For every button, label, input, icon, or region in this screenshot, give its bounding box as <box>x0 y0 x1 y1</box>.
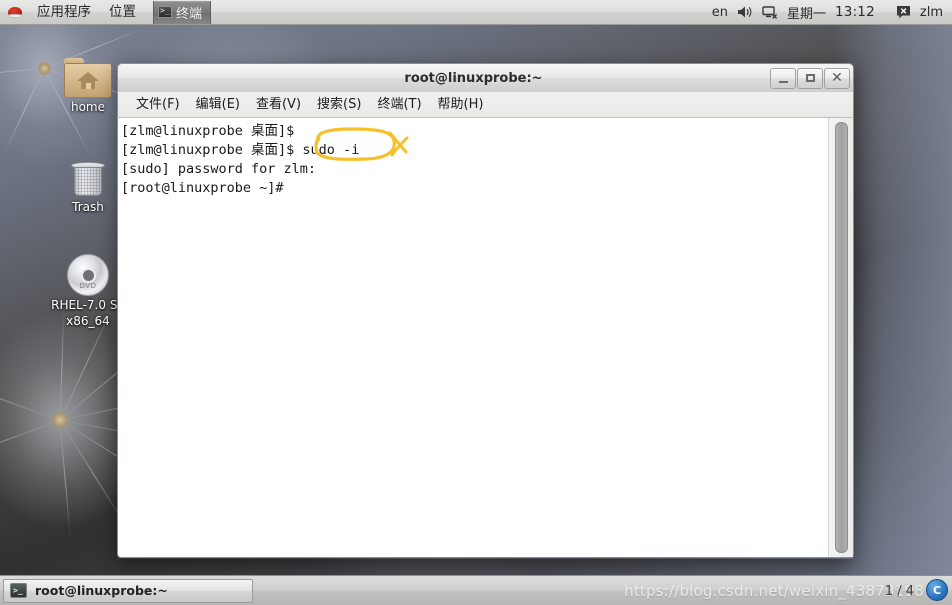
menu-view[interactable]: 查看(V) <box>248 93 309 117</box>
redhat-logo-icon[interactable] <box>7 5 23 19</box>
menu-search[interactable]: 搜索(S) <box>309 93 369 117</box>
terminal-window: root@linuxprobe:~ ✕ 文件(F) 编辑(E) 查看(V) 搜索… <box>117 63 854 559</box>
minimize-icon[interactable] <box>770 67 796 89</box>
terminal-body[interactable]: [zlm@linuxprobe 桌面]$ [zlm@linuxprobe 桌面]… <box>117 118 854 558</box>
top-panel: 应用程序 位置 终端 en <box>0 0 952 25</box>
terminal-menubar: 文件(F) 编辑(E) 查看(V) 搜索(S) 终端(T) 帮助(H) <box>117 92 854 118</box>
desktop-screen: 应用程序 位置 终端 en <box>0 0 952 605</box>
close-icon[interactable]: ✕ <box>824 67 850 89</box>
panel-tray: en 星期一 13:12 zlm <box>712 3 952 22</box>
menu-terminal[interactable]: 终端(T) <box>369 93 429 117</box>
terminal-output[interactable]: [zlm@linuxprobe 桌面]$ [zlm@linuxprobe 桌面]… <box>118 118 828 557</box>
terminal-icon <box>10 583 27 598</box>
panel-day-label[interactable]: 星期一 <box>787 3 826 22</box>
volume-icon[interactable] <box>737 5 753 19</box>
watermark-text: https://blog.csdn.net/weixin_43873198 <box>624 582 924 600</box>
maximize-icon[interactable] <box>797 67 823 89</box>
keyboard-layout-indicator[interactable]: en <box>712 5 728 20</box>
window-controls: ✕ <box>769 67 853 89</box>
terminal-titlebar[interactable]: root@linuxprobe:~ ✕ <box>117 63 854 92</box>
taskbar-item-label: root@linuxprobe:~ <box>35 583 168 598</box>
menu-file[interactable]: 文件(F) <box>128 93 188 117</box>
terminal-icon <box>158 5 172 18</box>
panel-user-name[interactable]: zlm <box>920 5 943 20</box>
user-message-icon[interactable] <box>896 5 911 19</box>
menu-places[interactable]: 位置 <box>100 0 145 24</box>
pager-indicator: 1 / 4 <box>884 584 914 599</box>
terminal-title: root@linuxprobe:~ <box>404 70 543 86</box>
menu-edit[interactable]: 编辑(E) <box>188 93 248 117</box>
terminal-scrollbar[interactable] <box>828 118 853 557</box>
taskbar-item-terminal[interactable]: root@linuxprobe:~ <box>3 578 253 603</box>
scrollbar-thumb[interactable] <box>834 122 848 553</box>
panel-window-item-label: 终端 <box>176 6 203 22</box>
panel-window-list: 终端 <box>153 0 212 25</box>
disc-label-text: DVD <box>79 282 97 290</box>
network-disconnected-icon[interactable] <box>762 5 778 19</box>
panel-clock[interactable]: 13:12 <box>835 4 875 20</box>
menu-help[interactable]: 帮助(H) <box>430 93 492 117</box>
csdn-logo-icon: C <box>926 579 948 601</box>
bottom-taskbar: root@linuxprobe:~ https://blog.csdn.net/… <box>0 575 952 605</box>
menu-applications[interactable]: 应用程序 <box>28 0 100 24</box>
panel-window-item-terminal[interactable]: 终端 <box>153 0 212 24</box>
